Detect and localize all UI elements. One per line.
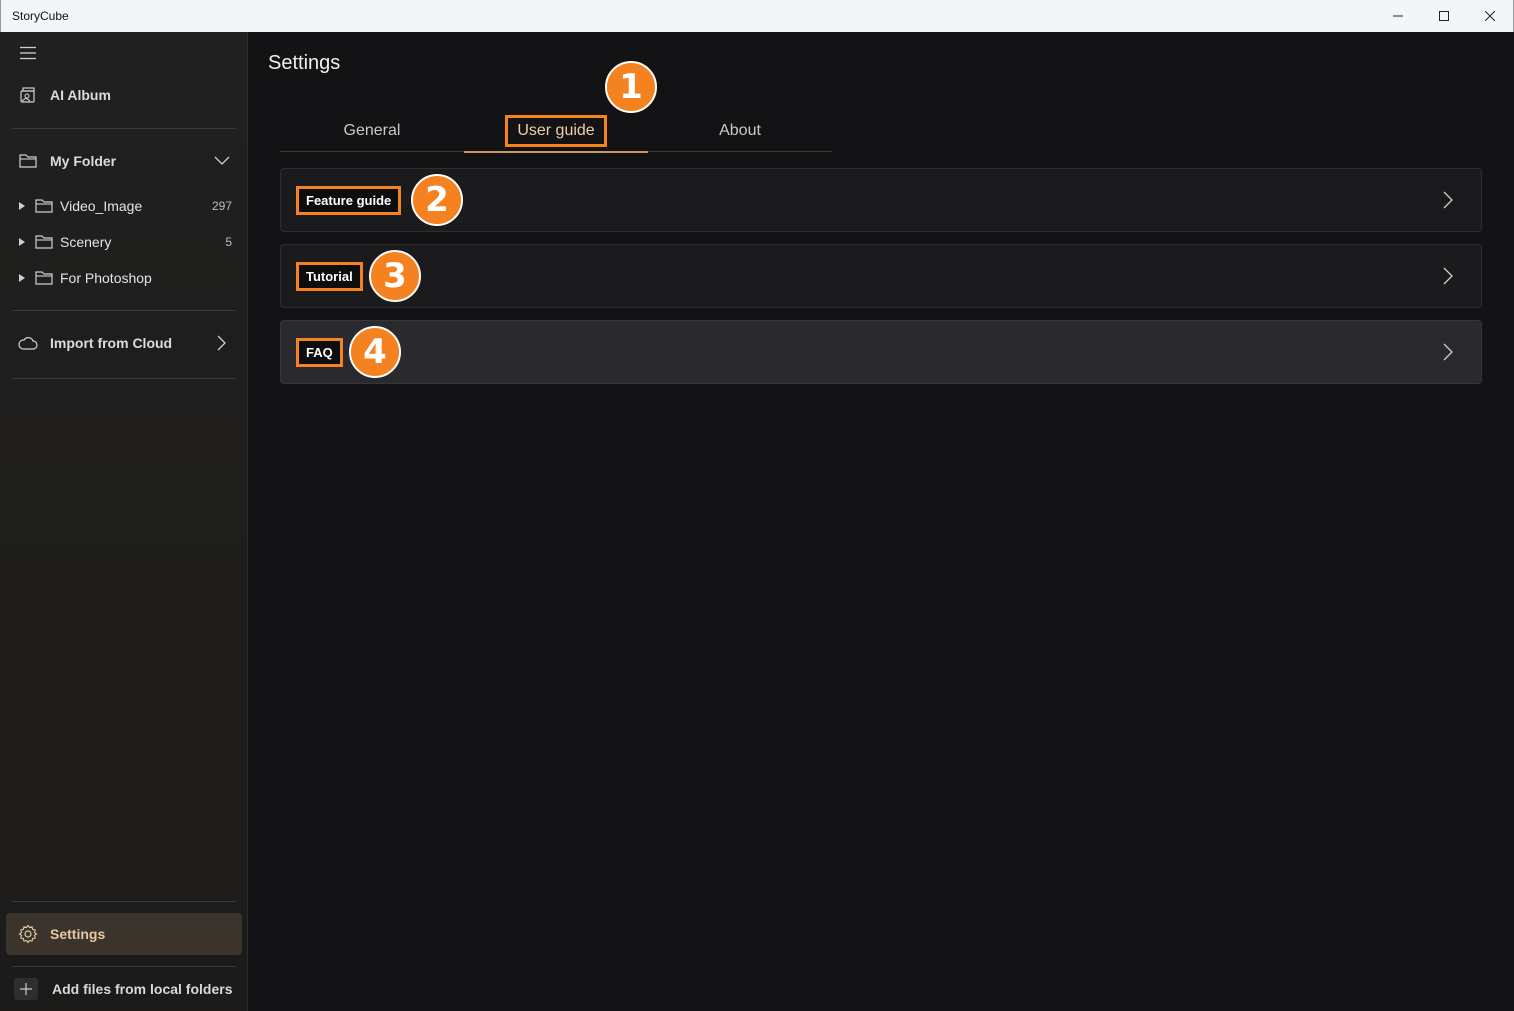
ai-album-icon [6,86,50,104]
cloud-icon [6,336,50,350]
main-content: Settings General User guide About 1 Feat… [249,32,1514,1011]
sidebar-item-settings[interactable]: Settings [6,913,242,955]
folder-icon [30,198,58,214]
folder-icon [30,234,58,250]
chevron-right-icon [1443,343,1453,366]
page-title: Settings [268,52,341,74]
minimize-button[interactable] [1375,0,1421,32]
folder-item[interactable]: For Photoshop [14,263,240,293]
maximize-icon [1439,11,1449,21]
tab-general[interactable]: General [280,110,464,152]
sidebar-item-label: Import from Cloud [50,335,173,351]
folder-icon [30,270,58,286]
item-label: Tutorial [296,261,363,291]
minimize-icon [1393,15,1403,17]
gear-icon [6,924,50,944]
maximize-button[interactable] [1421,0,1467,32]
step-badge: 4 [349,326,401,378]
divider [12,901,236,902]
sidebar-item-label: Settings [50,926,106,942]
add-files-button[interactable]: Add files from local folders [14,978,240,1000]
item-label: Feature guide [296,185,402,215]
step-badge: 1 [605,61,657,113]
caret-right-icon[interactable] [14,238,30,246]
folder-name: Video_Image [60,198,143,214]
folder-icon [6,153,50,169]
folder-item[interactable]: Video_Image 297 [14,191,240,221]
sidebar-item-ai-album[interactable]: AI Album [6,75,242,115]
tab-bar: General User guide About [280,110,832,153]
tab-label: About [719,122,761,139]
chevron-right-icon [202,335,242,351]
sidebar-item-import-cloud[interactable]: Import from Cloud [6,323,242,363]
caret-right-icon[interactable] [14,202,30,210]
plus-icon [14,978,38,1000]
item-label: FAQ [296,337,343,367]
sidebar-item-label: AI Album [50,87,111,103]
chevron-down-icon[interactable] [202,156,242,166]
divider [12,310,236,311]
caret-right-icon[interactable] [14,274,30,282]
close-button[interactable] [1467,0,1513,32]
faq-item[interactable]: FAQ [280,320,1482,384]
tutorial-item[interactable]: Tutorial [280,244,1482,308]
folder-count: 5 [225,235,232,249]
app-title: StoryCube [12,9,69,23]
sidebar-item-my-folder[interactable]: My Folder [6,141,242,181]
folder-name: For Photoshop [60,270,152,286]
sidebar-item-label: My Folder [50,153,117,169]
tab-user-guide[interactable]: User guide [464,110,648,153]
divider [12,378,236,379]
sidebar: AI Album My Folder Video_Image 297 Scene… [0,32,248,1011]
menu-icon[interactable] [18,44,38,62]
close-icon [1485,11,1495,21]
folder-item[interactable]: Scenery 5 [14,227,240,257]
divider [12,966,236,967]
divider [12,128,236,129]
tab-about[interactable]: About [648,110,832,152]
chevron-right-icon [1443,191,1453,214]
tab-label: User guide [505,115,607,147]
step-badge: 3 [369,250,421,302]
tab-label: General [343,122,401,139]
add-files-label: Add files from local folders [52,981,233,997]
folder-count: 297 [211,199,232,213]
step-badge: 2 [411,174,463,226]
folder-name: Scenery [60,234,112,250]
title-bar: StoryCube [0,0,1514,32]
chevron-right-icon [1443,267,1453,290]
